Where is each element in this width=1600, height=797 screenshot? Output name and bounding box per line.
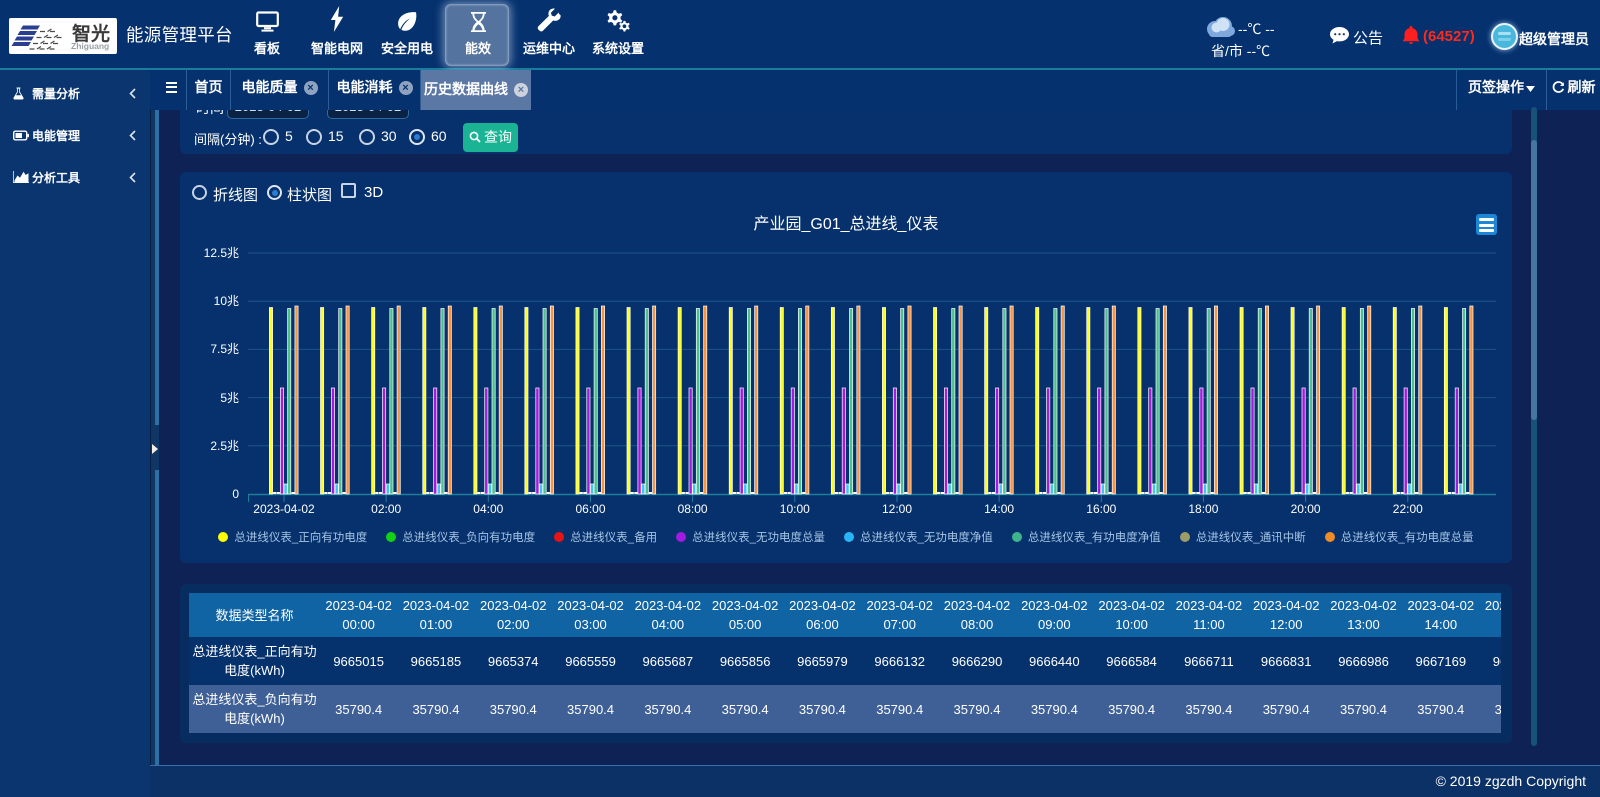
svg-text:7.5兆: 7.5兆: [210, 342, 239, 356]
svg-text:10:00: 10:00: [780, 502, 810, 516]
svg-text:12:00: 12:00: [882, 502, 912, 516]
svg-text:18:00: 18:00: [1188, 502, 1218, 516]
svg-text:0: 0: [232, 487, 239, 501]
svg-text:02:00: 02:00: [371, 502, 401, 516]
svg-text:04:00: 04:00: [473, 502, 503, 516]
svg-text:20:00: 20:00: [1291, 502, 1321, 516]
svg-text:2.5兆: 2.5兆: [210, 439, 239, 453]
svg-text:16:00: 16:00: [1086, 502, 1116, 516]
svg-text:08:00: 08:00: [678, 502, 708, 516]
svg-text:22:00: 22:00: [1393, 502, 1423, 516]
svg-text:12.5兆: 12.5兆: [204, 246, 239, 260]
svg-text:Zhiguang: Zhiguang: [71, 41, 109, 51]
svg-text:06:00: 06:00: [575, 502, 605, 516]
svg-text:2023-04-02: 2023-04-02: [253, 502, 315, 516]
svg-text:5兆: 5兆: [220, 391, 239, 405]
svg-text:10兆: 10兆: [214, 294, 239, 308]
svg-text:14:00: 14:00: [984, 502, 1014, 516]
